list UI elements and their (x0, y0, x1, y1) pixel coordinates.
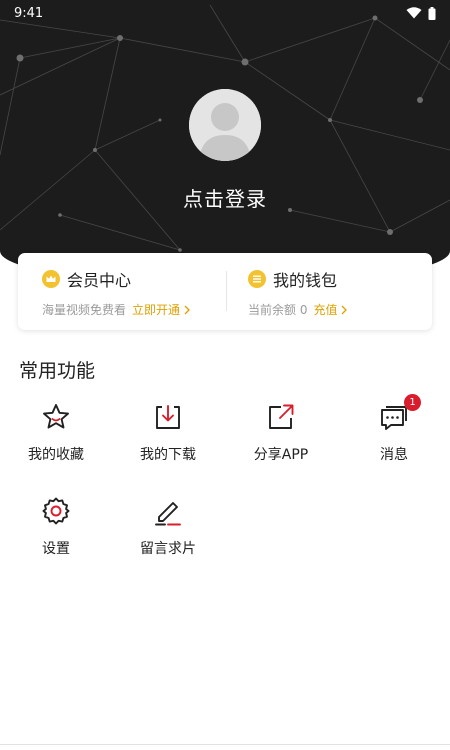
share-app-label: 分享APP (253, 447, 309, 463)
wallet-title: 我的钱包 (273, 271, 338, 290)
favorites-button[interactable]: 我的收藏 (0, 400, 112, 464)
recharge-label: 充值 (313, 303, 338, 317)
messages-label: 消息 (380, 447, 408, 463)
account-card: 会员中心 海量视频免费看 立即开通 我的钱包 当前余额 0 充值 (18, 253, 432, 330)
default-user-icon (189, 89, 261, 161)
member-subtitle: 海量视频免费看 (42, 303, 127, 317)
star-icon (43, 404, 69, 429)
status-bar: 9:41 (0, 0, 450, 26)
messages-button[interactable]: 1 消息 (338, 394, 450, 464)
wallet-coin-icon (248, 270, 266, 288)
edit-icon (155, 502, 181, 526)
gear-icon (42, 497, 70, 525)
section-title: 常用功能 (19, 360, 96, 382)
bottom-divider (0, 744, 450, 745)
request-film-label: 留言求片 (140, 541, 196, 557)
download-icon (156, 405, 180, 429)
member-center[interactable]: 会员中心 海量视频免费看 立即开通 (18, 253, 226, 330)
chevron-right-icon (184, 305, 190, 314)
open-membership-link[interactable]: 立即开通 (132, 301, 191, 318)
my-wallet[interactable]: 我的钱包 当前余额 0 充值 (226, 253, 432, 330)
share-app-button[interactable]: 分享APP (225, 400, 337, 464)
chevron-right-icon (342, 305, 348, 314)
share-icon (269, 404, 294, 429)
wifi-icon (406, 7, 422, 19)
battery-icon (428, 6, 436, 20)
avatar[interactable] (189, 89, 261, 161)
request-film-button[interactable]: 留言求片 (112, 494, 224, 558)
login-prompt[interactable]: 点击登录 (0, 183, 450, 212)
downloads-label: 我的下载 (140, 447, 196, 463)
settings-label: 设置 (42, 541, 70, 557)
crown-icon (42, 270, 60, 288)
downloads-button[interactable]: 我的下载 (112, 400, 224, 464)
status-time: 9:41 (14, 5, 44, 21)
member-center-title: 会员中心 (67, 271, 132, 290)
recharge-link[interactable]: 充值 (313, 301, 348, 318)
favorites-label: 我的收藏 (28, 447, 84, 463)
wallet-balance: 当前余额 0 (248, 303, 308, 317)
unread-badge: 1 (404, 394, 421, 411)
settings-button[interactable]: 设置 (0, 494, 112, 558)
open-membership-label: 立即开通 (132, 303, 181, 317)
